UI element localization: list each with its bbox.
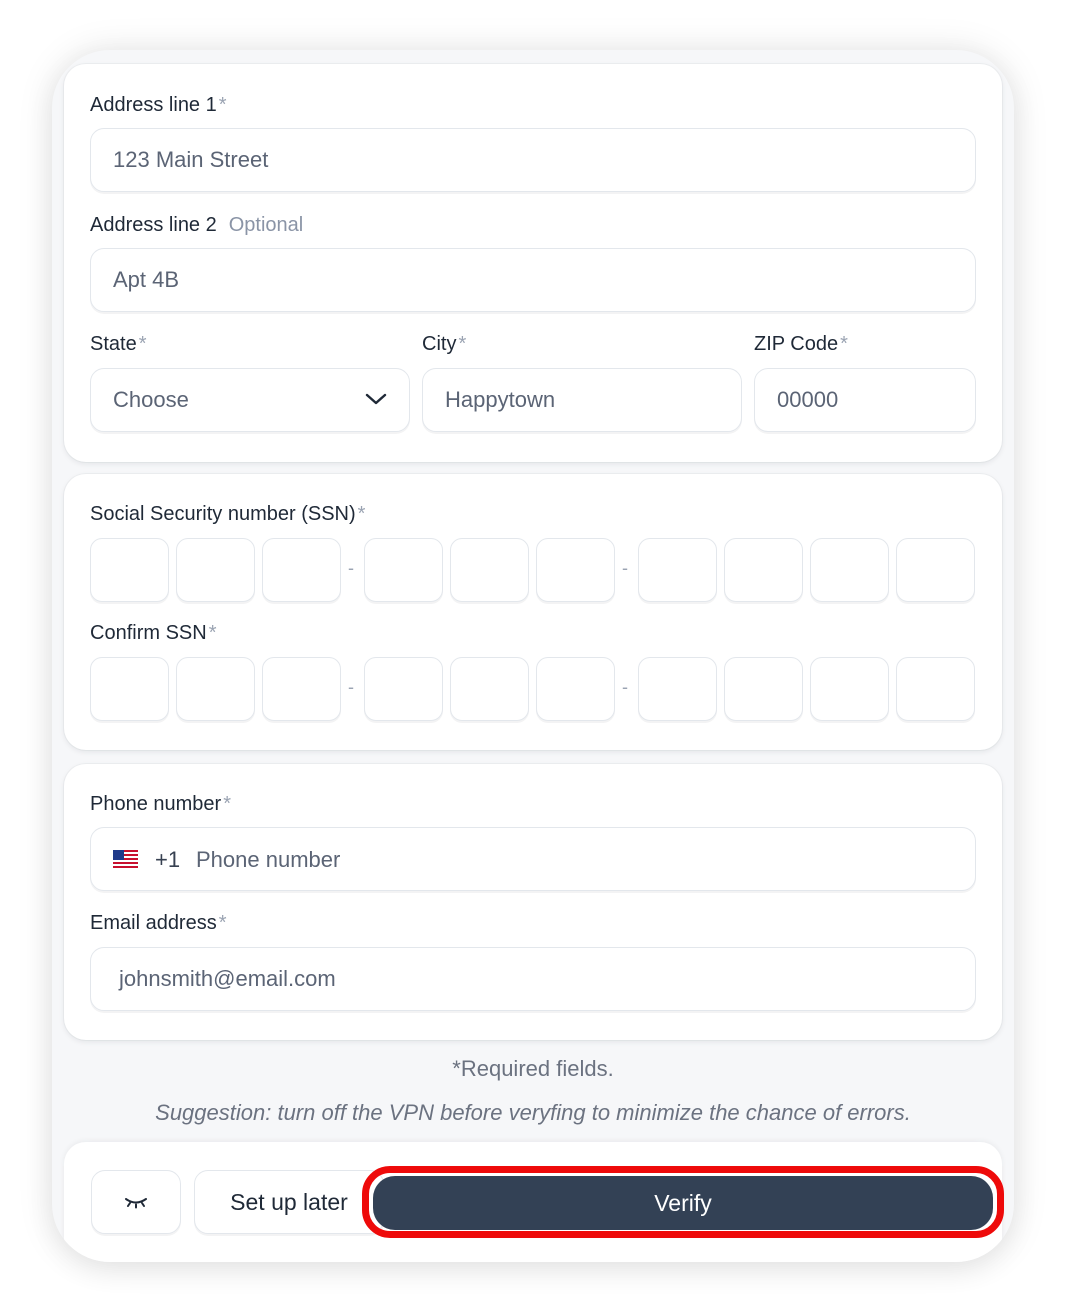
contact-card: Phone number * +1 Phone number Email addr… bbox=[64, 764, 1002, 1040]
phone-placeholder: Phone number bbox=[196, 847, 341, 872]
zip-value: 00000 bbox=[777, 387, 839, 412]
ssn-digit-box[interactable] bbox=[536, 538, 615, 602]
confirm-ssn-label: Confirm SSN * bbox=[90, 622, 217, 644]
ssn-separator: - bbox=[622, 558, 628, 578]
confirm-ssn-digit-box[interactable] bbox=[638, 657, 717, 721]
country-code[interactable]: +1 bbox=[155, 847, 180, 873]
eye-closed-icon bbox=[125, 1198, 147, 1209]
confirm-ssn-digit-box[interactable] bbox=[896, 657, 975, 721]
confirm-ssn-digit-box[interactable] bbox=[536, 657, 615, 721]
confirm-ssn-digit-box[interactable] bbox=[262, 657, 341, 721]
confirm-ssn-digit-box[interactable] bbox=[450, 657, 529, 721]
ssn-digit-box[interactable] bbox=[176, 538, 255, 602]
ssn-separator: - bbox=[348, 558, 354, 578]
email-input[interactable]: johnsmith@email.com bbox=[90, 947, 976, 1011]
confirm-ssn-separator: - bbox=[622, 677, 628, 697]
address-line1-input[interactable]: 123 Main Street bbox=[90, 128, 976, 192]
city-label: City * bbox=[422, 333, 467, 355]
ssn-digit-box[interactable] bbox=[896, 538, 975, 602]
ssn-digit-box[interactable] bbox=[364, 538, 443, 602]
confirm-ssn-digit-box[interactable] bbox=[90, 657, 169, 721]
confirm-ssn-digit-box[interactable] bbox=[176, 657, 255, 721]
confirm-ssn-digit-box[interactable] bbox=[724, 657, 803, 721]
address-line2-value: Apt 4B bbox=[113, 267, 180, 292]
phone-input[interactable]: +1 Phone number bbox=[90, 827, 976, 891]
city-input[interactable]: Happytown bbox=[422, 368, 742, 432]
address-card: Address line 1 * 123 Main Street Address … bbox=[64, 64, 1002, 462]
set-up-later-button[interactable]: Set up later bbox=[194, 1170, 384, 1234]
state-select-value: Choose bbox=[113, 387, 189, 412]
ssn-digit-box[interactable] bbox=[638, 538, 717, 602]
confirm-ssn-digit-box[interactable] bbox=[364, 657, 443, 721]
email-value: johnsmith@email.com bbox=[119, 966, 336, 991]
toggle-visibility-button[interactable] bbox=[91, 1170, 181, 1234]
ssn-digit-box[interactable] bbox=[724, 538, 803, 602]
ssn-digit-box[interactable] bbox=[262, 538, 341, 602]
address-line2-label: Address line 2 Optional bbox=[90, 214, 304, 236]
vpn-suggestion-note: Suggestion: turn off the VPN before very… bbox=[155, 1100, 911, 1125]
chevron-down-icon bbox=[365, 393, 387, 405]
ssn-digit-box[interactable] bbox=[90, 538, 169, 602]
state-select[interactable]: Choose bbox=[90, 368, 410, 432]
phone-label: Phone number * bbox=[90, 793, 231, 815]
ssn-digit-box[interactable] bbox=[450, 538, 529, 602]
email-label: Email address * bbox=[90, 912, 227, 934]
ssn-label: Social Security number (SSN) * bbox=[90, 503, 366, 525]
confirm-ssn-separator: - bbox=[348, 677, 354, 697]
ssn-card: Social Security number (SSN) * - - Confir… bbox=[64, 474, 1002, 750]
required-fields-note: *Required fields. bbox=[452, 1056, 614, 1081]
verification-form-screen: Address line 1 * 123 Main Street Address … bbox=[52, 50, 1014, 1262]
zip-label: ZIP Code * bbox=[754, 333, 848, 355]
zip-input[interactable]: 00000 bbox=[754, 368, 976, 432]
us-flag-icon[interactable] bbox=[113, 850, 138, 868]
address-line1-value: 123 Main Street bbox=[113, 147, 269, 172]
city-value: Happytown bbox=[445, 387, 556, 412]
verify-button[interactable]: Verify bbox=[373, 1176, 993, 1230]
state-label: State * bbox=[90, 333, 147, 355]
confirm-ssn-digit-box[interactable] bbox=[810, 657, 889, 721]
address-line2-input[interactable]: Apt 4B bbox=[90, 248, 976, 312]
ssn-digit-box[interactable] bbox=[810, 538, 889, 602]
address-line1-label: Address line 1 * bbox=[90, 94, 227, 116]
